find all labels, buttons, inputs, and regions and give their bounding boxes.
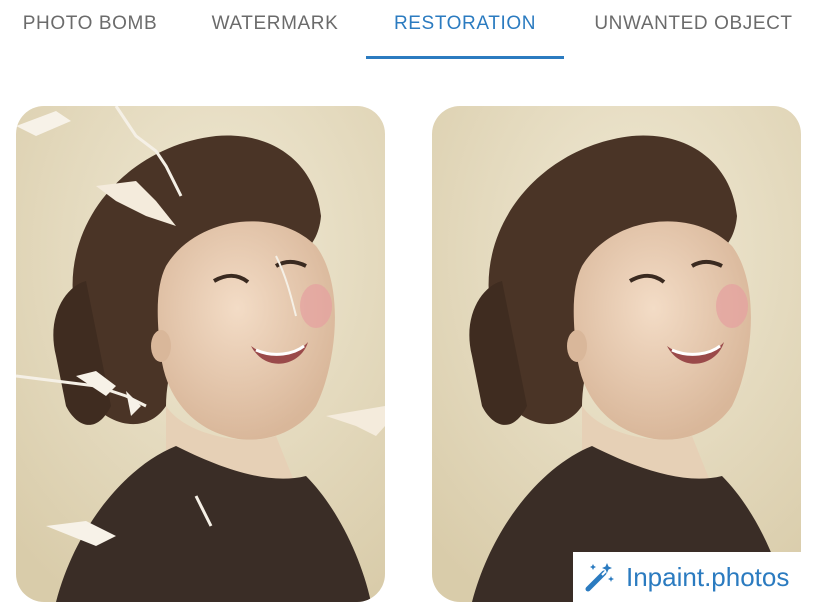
tab-photo-bomb[interactable]: PHOTO BOMB xyxy=(0,0,180,60)
brand-badge[interactable]: Inpaint.photos xyxy=(573,552,815,602)
active-tab-indicator xyxy=(366,56,564,59)
magic-wand-icon xyxy=(584,561,616,593)
before-portrait xyxy=(16,106,385,602)
tab-restoration[interactable]: RESTORATION xyxy=(366,0,564,60)
before-image xyxy=(16,106,385,602)
after-image xyxy=(432,106,801,602)
tab-bar: PHOTO BOMB WATERMARK RESTORATION UNWANTE… xyxy=(0,0,815,60)
tab-watermark[interactable]: WATERMARK xyxy=(190,0,360,60)
brand-name: Inpaint.photos xyxy=(626,561,790,592)
after-portrait xyxy=(432,106,801,602)
tab-unwanted-object[interactable]: UNWANTED OBJECT xyxy=(572,0,815,60)
